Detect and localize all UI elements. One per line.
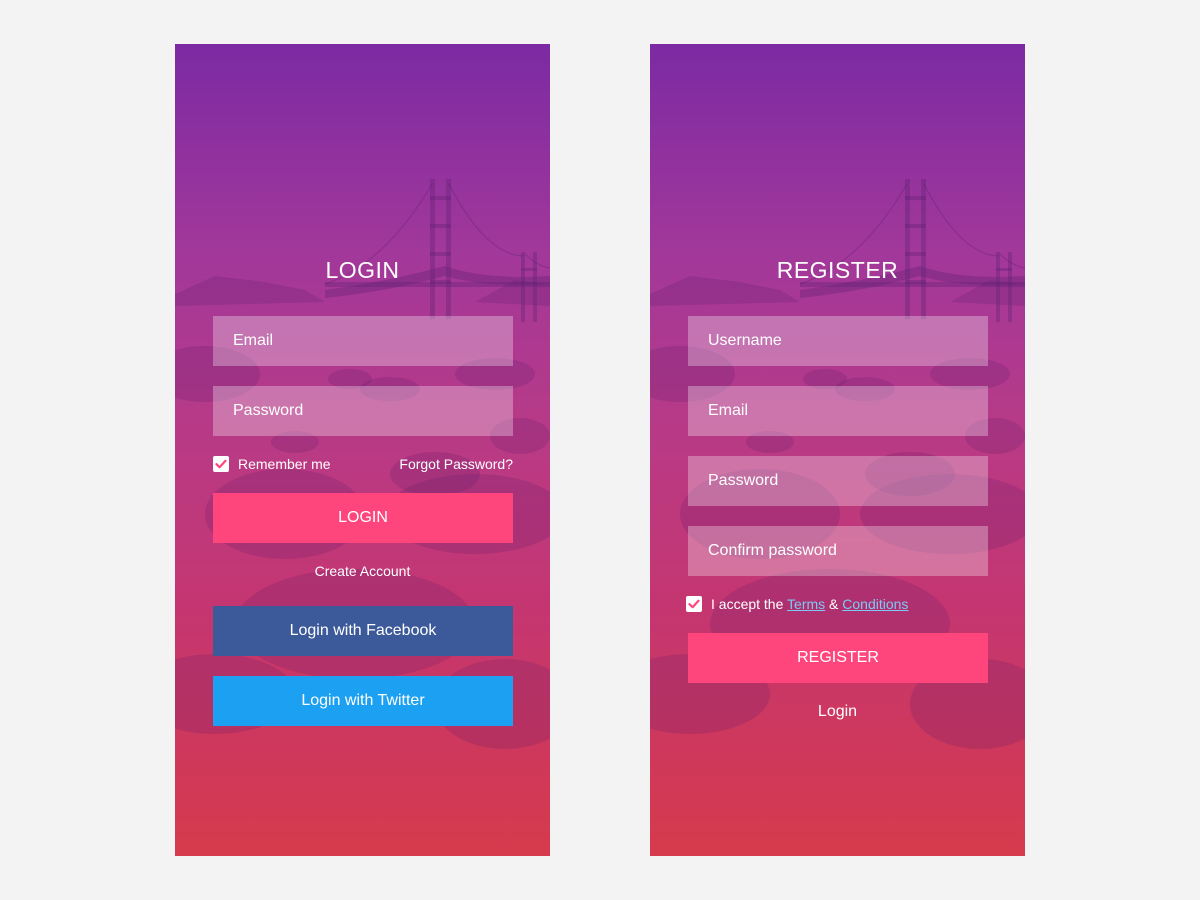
terms-link[interactable]: Terms [787,596,825,612]
login-link[interactable]: Login [650,703,1025,721]
terms-prefix-text: I accept the [711,596,784,612]
ampersand-text: & [829,596,839,612]
accept-terms-checkbox[interactable] [686,596,702,612]
accept-terms-label: I accept the Terms & Conditions [711,596,908,612]
confirm-password-input[interactable] [688,526,988,576]
register-button[interactable]: REGISTER [688,633,988,683]
password-input[interactable] [688,456,988,506]
checkmark-icon [688,599,700,609]
login-with-facebook-button[interactable]: Login with Facebook [213,606,513,656]
accept-terms-row: I accept the Terms & Conditions [686,594,986,614]
checkmark-icon [215,459,227,469]
remember-me-label: Remember me [238,456,331,472]
email-input[interactable] [688,386,988,436]
remember-me-row: Remember me Forgot Password? [213,454,513,474]
create-account-link[interactable]: Create Account [175,563,550,579]
golden-gate-bridge-background [175,179,550,749]
remember-me-checkbox[interactable] [213,456,229,472]
register-screen: REGISTER I accept the Terms & Conditions… [650,44,1025,856]
password-input[interactable] [213,386,513,436]
conditions-link[interactable]: Conditions [842,596,908,612]
golden-gate-bridge-background [650,179,1025,749]
email-input[interactable] [213,316,513,366]
login-with-twitter-button[interactable]: Login with Twitter [213,676,513,726]
username-input[interactable] [688,316,988,366]
forgot-password-link[interactable]: Forgot Password? [399,456,513,472]
login-title: LOGIN [325,257,400,283]
login-screen: LOGIN Remember me Forgot Password? LOGIN… [175,44,550,856]
register-title: REGISTER [776,257,899,283]
login-button[interactable]: LOGIN [213,493,513,543]
